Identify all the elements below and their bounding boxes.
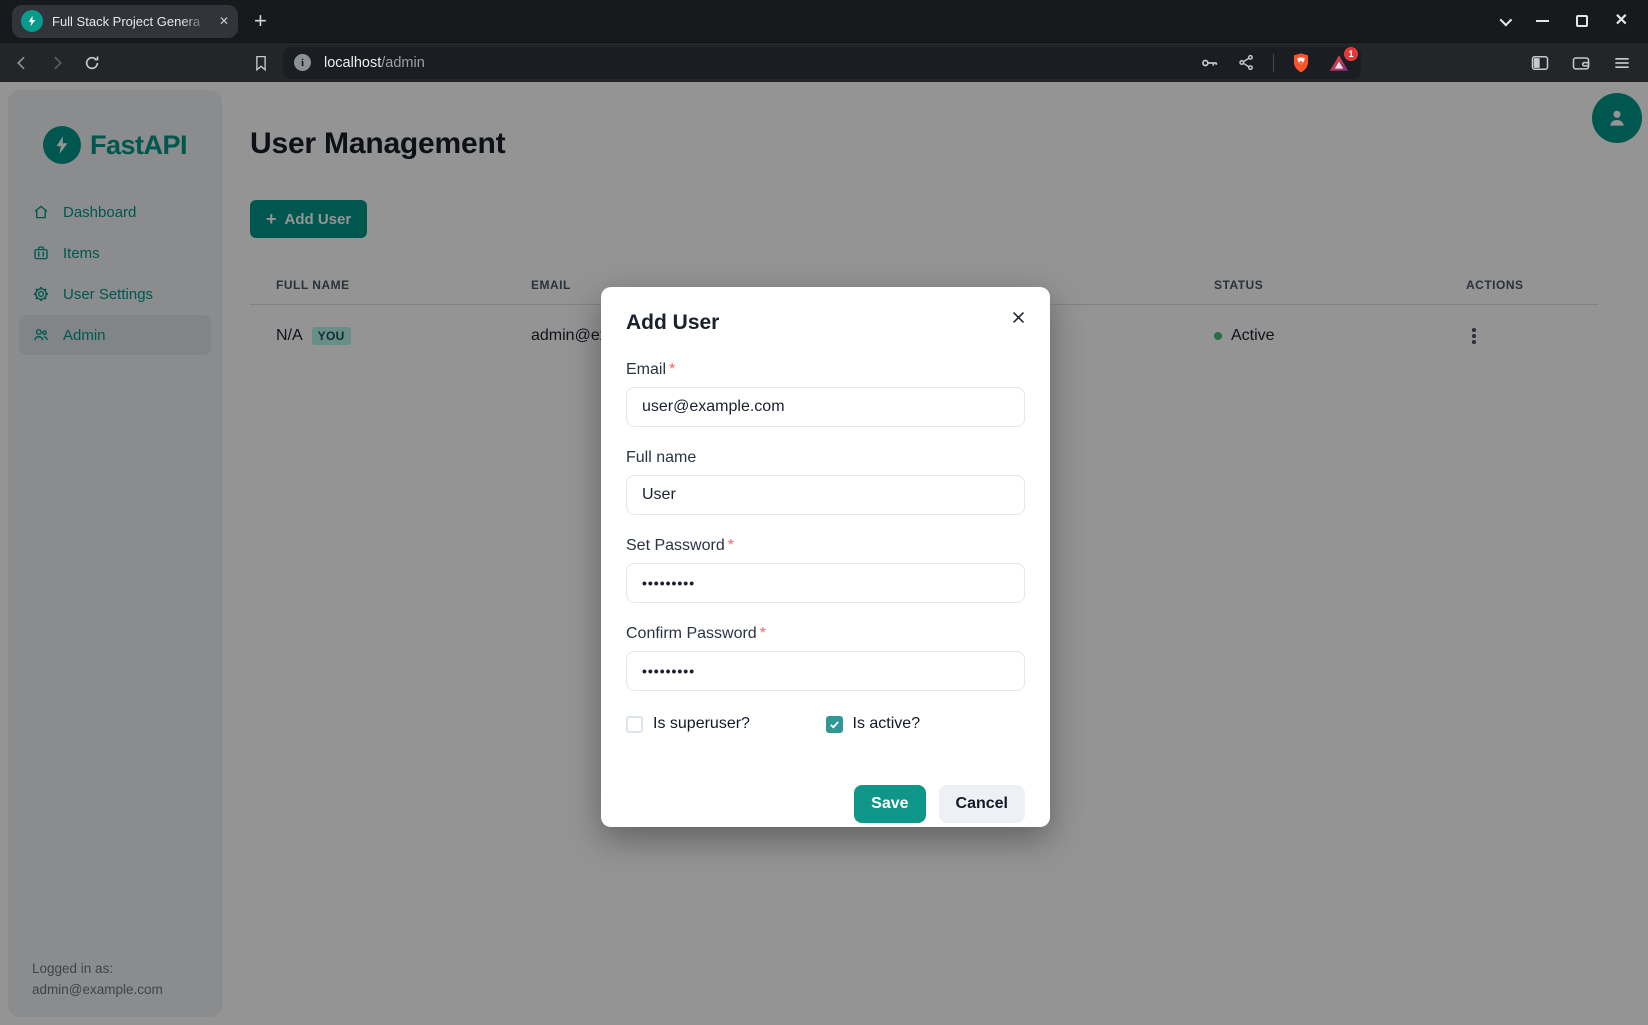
sidebar-toggle-icon[interactable] xyxy=(1530,53,1550,73)
share-icon[interactable] xyxy=(1237,53,1256,72)
wallet-icon[interactable] xyxy=(1571,53,1591,73)
required-asterisk: * xyxy=(728,537,734,554)
set-password-field[interactable] xyxy=(626,563,1025,603)
url-path: /admin xyxy=(381,55,425,71)
modal-close-icon[interactable] xyxy=(1006,305,1030,329)
password-key-icon[interactable] xyxy=(1200,53,1220,73)
window-close-button[interactable]: ✕ xyxy=(1615,13,1628,29)
checkbox-checked-icon[interactable] xyxy=(826,716,843,733)
checkbox-unchecked-icon[interactable] xyxy=(626,716,643,733)
full-name-field[interactable] xyxy=(626,475,1025,515)
brave-rewards-bat-icon[interactable]: 1 xyxy=(1328,53,1350,73)
tab-close-icon[interactable]: ✕ xyxy=(219,15,229,27)
cancel-button[interactable]: Cancel xyxy=(939,785,1025,823)
brave-shield-icon[interactable] xyxy=(1291,52,1311,74)
confirm-password-label: Confirm Password* xyxy=(626,625,1025,643)
reload-button[interactable] xyxy=(82,53,102,73)
bookmark-icon[interactable] xyxy=(252,54,270,72)
email-field[interactable] xyxy=(626,387,1025,427)
is-active-checkbox[interactable]: Is active? xyxy=(826,715,1026,733)
full-name-label: Full name xyxy=(626,449,1025,467)
browser-toolbar: i localhost /admin 1 xyxy=(0,42,1648,82)
confirm-password-field[interactable] xyxy=(626,651,1025,691)
page-content: FastAPI Dashboard Items User Settings xyxy=(0,82,1648,1025)
tab-strip: Full Stack Project Genera ✕ + ✕ xyxy=(0,0,1648,42)
window-minimize-button[interactable] xyxy=(1536,20,1549,22)
new-tab-button[interactable]: + xyxy=(254,10,267,32)
set-password-label: Set Password* xyxy=(626,537,1025,555)
modal-title: Add User xyxy=(626,311,1025,335)
tab-search-chevron-icon[interactable] xyxy=(1499,13,1512,26)
add-user-modal: Add User Email* Full name Set Password* … xyxy=(601,287,1050,827)
save-button[interactable]: Save xyxy=(854,785,925,823)
forward-button[interactable] xyxy=(47,53,67,73)
browser-tab[interactable]: Full Stack Project Genera ✕ xyxy=(12,5,238,38)
url-host: localhost xyxy=(324,55,381,71)
required-asterisk: * xyxy=(760,625,766,642)
tab-title: Full Stack Project Genera xyxy=(52,14,210,29)
fastapi-favicon-icon xyxy=(21,10,43,32)
menu-hamburger-icon[interactable] xyxy=(1612,53,1632,73)
back-button[interactable] xyxy=(12,53,32,73)
site-info-icon[interactable]: i xyxy=(294,54,311,71)
email-label: Email* xyxy=(626,361,1025,379)
is-superuser-checkbox[interactable]: Is superuser? xyxy=(626,715,826,733)
required-asterisk: * xyxy=(669,361,675,378)
rewards-badge: 1 xyxy=(1344,47,1358,61)
window-maximize-button[interactable] xyxy=(1576,15,1588,27)
url-bar[interactable]: i localhost /admin 1 xyxy=(283,47,1361,79)
toolbar-divider xyxy=(1273,54,1274,72)
